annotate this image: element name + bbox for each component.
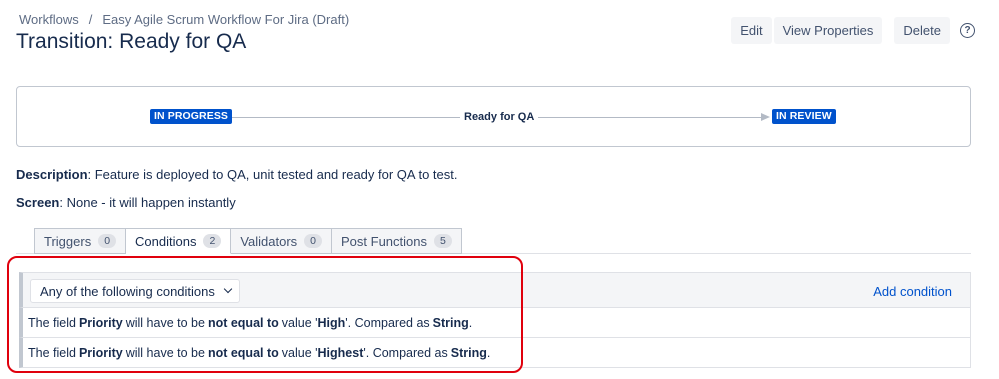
delete-button[interactable]: Delete — [894, 17, 950, 44]
tab-label: Conditions — [135, 233, 197, 249]
condition-text: . — [486, 345, 491, 360]
from-status-lozenge: IN PROGRESS — [150, 109, 233, 124]
condition-text: will have to be — [125, 315, 205, 330]
conditions-header: Any of the following conditions Add cond… — [19, 272, 971, 308]
breadcrumb-workflows-link[interactable]: Workflows — [19, 12, 79, 27]
condition-text: The field — [28, 345, 76, 360]
screen-text: : None - it will happen instantly — [59, 195, 236, 210]
breadcrumb: Workflows / Easy Agile Scrum Workflow For … — [19, 12, 349, 27]
condition-text: . — [468, 315, 473, 330]
condition-row[interactable]: The field Priority will have to be not equa… — [19, 308, 971, 338]
conditions-panel: Any of the following conditions Add cond… — [19, 272, 971, 368]
tab-label: Validators — [240, 233, 298, 249]
tab-label: Triggers — [44, 233, 92, 249]
condition-compare-type: String — [450, 345, 487, 360]
screen-label: Screen — [16, 195, 60, 210]
tab-validators[interactable]: Validators 0 — [231, 228, 333, 254]
condition-field: Priority — [78, 345, 123, 360]
transition-tabs: Triggers 0 Conditions 2 Validators 0 Post F… — [34, 228, 462, 254]
condition-text: value ' — [281, 315, 318, 330]
condition-field: Priority — [78, 315, 123, 330]
to-status-lozenge: IN REVIEW — [772, 109, 836, 124]
description-text: : Feature is deployed to QA, unit tested… — [87, 167, 458, 182]
edit-button[interactable]: Edit — [731, 17, 772, 44]
tab-label: Post Functions — [341, 233, 428, 249]
condition-text: value ' — [281, 345, 318, 360]
condition-row[interactable]: The field Priority will have to be not equa… — [19, 338, 971, 368]
header-actions: Edit View Properties Delete ? — [731, 17, 975, 44]
tab-triggers[interactable]: Triggers 0 — [34, 228, 127, 254]
condition-mode-select[interactable]: Any of the following conditions — [30, 279, 240, 303]
condition-text: '. Compared as — [363, 345, 448, 360]
condition-value: Highest — [317, 345, 364, 360]
condition-value: High — [317, 315, 346, 330]
tab-post-functions[interactable]: Post Functions 5 — [332, 228, 462, 254]
count-badge: 2 — [203, 234, 222, 248]
view-properties-button[interactable]: View Properties — [773, 17, 883, 44]
breadcrumb-workflow-link[interactable]: Easy Agile Scrum Workflow For Jira (Draf… — [102, 12, 349, 27]
description-label: Description — [16, 167, 88, 182]
condition-mode-value: Any of the following conditions — [40, 283, 215, 299]
tab-conditions[interactable]: Conditions 2 — [126, 228, 232, 254]
screen-line: Screen: None - it will happen instantly — [16, 195, 236, 210]
condition-operator: not equal to — [207, 315, 279, 330]
condition-text: '. Compared as — [345, 315, 430, 330]
condition-text: The field — [28, 315, 76, 330]
count-badge: 0 — [98, 234, 117, 248]
count-badge: 0 — [304, 234, 323, 248]
condition-compare-type: String — [432, 315, 469, 330]
transition-name-label: Ready for QA — [460, 111, 539, 123]
transition-diagram: IN PROGRESS Ready for QA IN REVIEW — [16, 86, 971, 147]
condition-operator: not equal to — [207, 345, 279, 360]
count-badge: 5 — [434, 234, 452, 248]
page-title: Transition: Ready for QA — [16, 30, 247, 53]
chevron-down-icon — [223, 284, 233, 294]
condition-text: will have to be — [125, 345, 205, 360]
help-icon[interactable]: ? — [960, 23, 975, 38]
description-line: Description: Feature is deployed to QA, … — [16, 167, 458, 182]
arrow-head-icon — [761, 113, 770, 121]
breadcrumb-separator: / — [88, 12, 93, 27]
add-condition-link[interactable]: Add condition — [873, 284, 952, 299]
